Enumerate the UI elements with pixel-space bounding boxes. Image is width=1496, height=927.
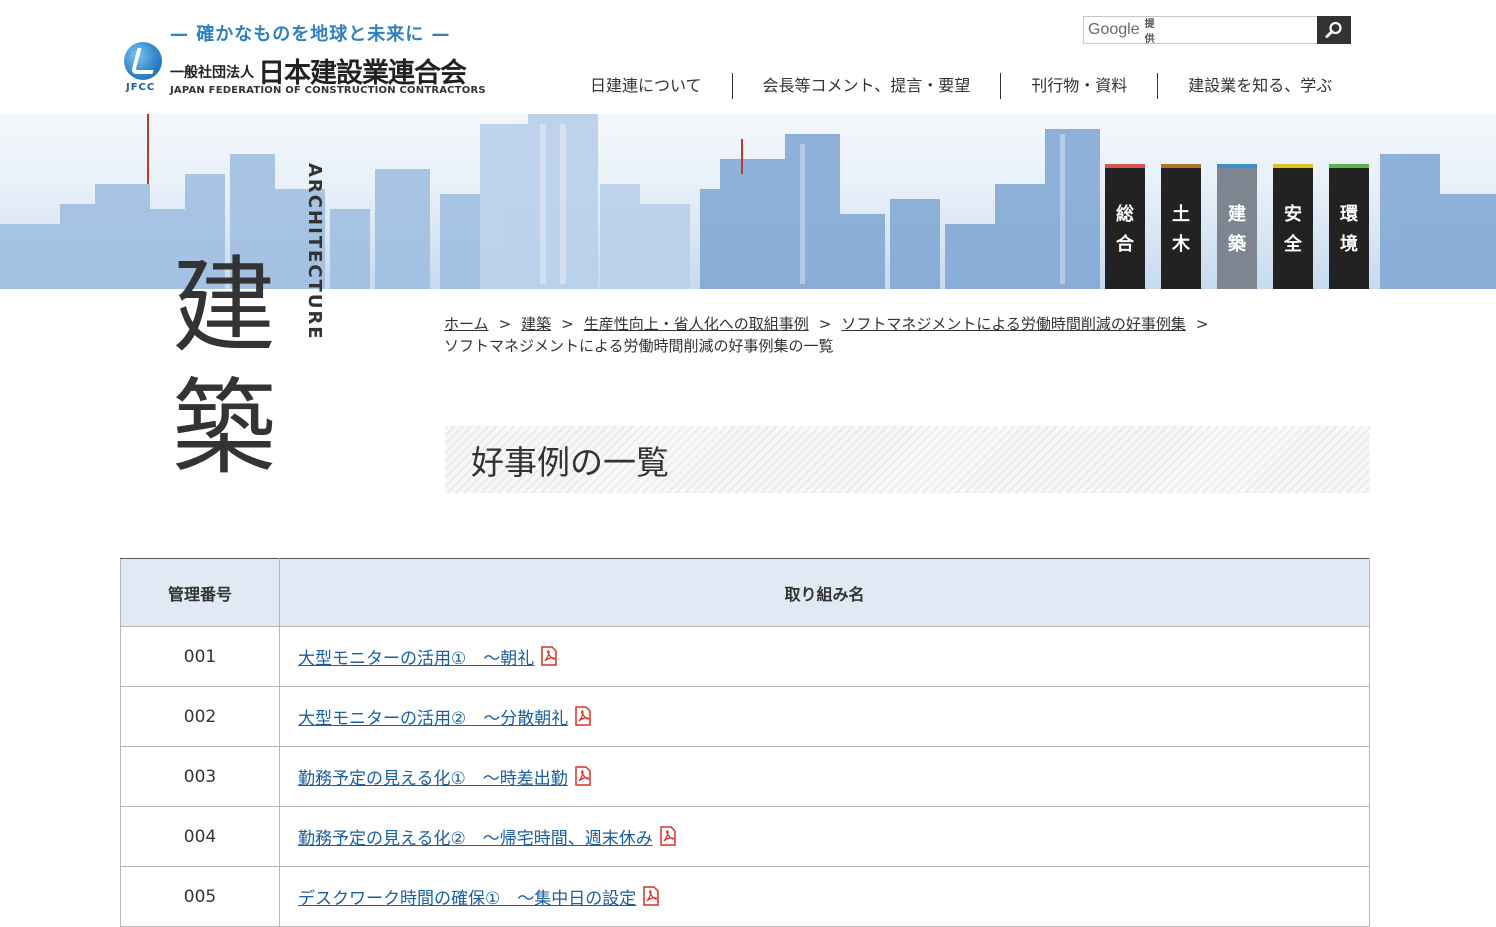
- breadcrumb: ホーム > 建築 > 生産性向上・省人化への取組事例 > ソフトマネジメントによる労働時間削…: [444, 313, 1364, 357]
- category-color-bar: [1105, 164, 1145, 168]
- logo-mark-icon: [124, 42, 162, 80]
- case-table: 管理番号 取り組み名 001 大型モニターの活用① ～朝礼 002 大型モニター…: [120, 558, 1370, 927]
- google-brand: Google: [1088, 21, 1140, 38]
- side-title-kanji-2: 築: [172, 367, 277, 489]
- breadcrumb-home[interactable]: ホーム: [444, 315, 489, 333]
- site-search: Google 提供: [1083, 16, 1351, 45]
- case-number: 005: [120, 866, 280, 927]
- case-link[interactable]: デスクワーク時間の確保① ～集中日の設定: [298, 889, 636, 909]
- category-color-bar: [1329, 164, 1369, 168]
- section-side-title: 建 築 ARCHITECTURE: [172, 163, 325, 489]
- breadcrumb-separator: >: [498, 315, 512, 333]
- table-row: 004 勤務予定の見える化② ～帰宅時間、週末休み: [120, 806, 1370, 867]
- pdf-icon[interactable]: [574, 706, 592, 726]
- case-number: 004: [120, 806, 280, 867]
- logo-mark-text: JFCC: [126, 82, 156, 93]
- tagline: — 確かなものを地球と未来に —: [170, 24, 451, 45]
- search-icon: [1325, 21, 1342, 38]
- category-color-bar: [1161, 164, 1201, 168]
- google-provided-label: 提供: [1144, 19, 1155, 45]
- category-label: 総合: [1116, 204, 1134, 255]
- category-label: 安全: [1284, 204, 1302, 255]
- case-name-cell: 大型モニターの活用① ～朝礼: [279, 626, 1370, 687]
- pdf-icon[interactable]: [574, 766, 592, 786]
- category-tab-safety[interactable]: 安全: [1273, 164, 1313, 289]
- pdf-icon[interactable]: [642, 886, 660, 906]
- case-name-cell: 大型モニターの活用② ～分散朝礼: [279, 686, 1370, 747]
- search-button[interactable]: [1317, 16, 1351, 44]
- site-header: — 確かなものを地球と未来に — JFCC 一般社団法人 日本建設業連合会 JA…: [0, 0, 1496, 114]
- nav-about[interactable]: 日建連について: [560, 73, 732, 99]
- org-name-en: JAPAN FEDERATION OF CONSTRUCTION CONTRAC…: [170, 85, 486, 96]
- case-name-cell: デスクワーク時間の確保① ～集中日の設定: [279, 866, 1370, 927]
- case-number: 002: [120, 686, 280, 747]
- case-number: 003: [120, 746, 280, 807]
- pdf-icon[interactable]: [659, 826, 677, 846]
- breadcrumb-soft-management[interactable]: ソフトマネジメントによる労働時間削減の好事例集: [841, 315, 1186, 333]
- case-link[interactable]: 大型モニターの活用② ～分散朝礼: [298, 709, 568, 729]
- breadcrumb-separator: >: [818, 315, 832, 333]
- side-title-english: ARCHITECTURE: [304, 163, 325, 341]
- category-tab-civil[interactable]: 土木: [1161, 164, 1201, 289]
- case-name-cell: 勤務予定の見える化① ～時差出勤: [279, 746, 1370, 807]
- breadcrumb-productivity[interactable]: 生産性向上・省人化への取組事例: [584, 315, 809, 333]
- category-color-bar: [1217, 164, 1257, 168]
- column-header-name: 取り組み名: [279, 558, 1370, 627]
- breadcrumb-current: ソフトマネジメントによる労働時間削減の好事例集の一覧: [444, 337, 834, 355]
- org-type: 一般社団法人: [170, 65, 254, 81]
- category-tab-environment[interactable]: 環境: [1329, 164, 1369, 289]
- case-link[interactable]: 勤務予定の見える化① ～時差出勤: [298, 769, 568, 789]
- table-row: 002 大型モニターの活用② ～分散朝礼: [120, 686, 1370, 747]
- global-nav: 日建連について 会長等コメント、提言・要望 刊行物・資料 建設業を知る、学ぶ: [560, 72, 1362, 100]
- pdf-icon[interactable]: [540, 646, 558, 666]
- search-input[interactable]: [1162, 18, 1317, 42]
- category-tab-architecture[interactable]: 建築: [1217, 164, 1257, 289]
- breadcrumb-architecture[interactable]: 建築: [521, 315, 551, 333]
- case-table-wrap: 管理番号 取り組み名 001 大型モニターの活用① ～朝礼 002 大型モニター…: [120, 558, 1370, 927]
- category-label: 土木: [1172, 204, 1190, 255]
- table-header-row: 管理番号 取り組み名: [120, 558, 1370, 627]
- side-title-kanji-1: 建: [172, 245, 277, 367]
- table-row: 001 大型モニターの活用① ～朝礼: [120, 626, 1370, 687]
- column-header-number: 管理番号: [120, 558, 280, 627]
- site-logo[interactable]: — 確かなものを地球と未来に — JFCC 一般社団法人 日本建設業連合会 JA…: [122, 18, 486, 100]
- page-title: 好事例の一覧: [471, 443, 669, 482]
- nav-comments[interactable]: 会長等コメント、提言・要望: [731, 73, 1001, 99]
- page-heading-box: 好事例の一覧: [445, 426, 1370, 493]
- category-tab-general[interactable]: 総合: [1105, 164, 1145, 289]
- breadcrumb-separator: >: [561, 315, 574, 333]
- nav-learn[interactable]: 建設業を知る、学ぶ: [1157, 73, 1362, 99]
- search-box: Google 提供: [1083, 16, 1317, 45]
- case-number: 001: [120, 626, 280, 687]
- category-label: 環境: [1340, 204, 1358, 255]
- category-label: 建築: [1228, 204, 1246, 255]
- nav-publications[interactable]: 刊行物・資料: [1000, 73, 1157, 99]
- case-link[interactable]: 大型モニターの活用① ～朝礼: [298, 649, 534, 669]
- table-row: 005 デスクワーク時間の確保① ～集中日の設定: [120, 866, 1370, 927]
- case-name-cell: 勤務予定の見える化② ～帰宅時間、週末休み: [279, 806, 1370, 867]
- case-link[interactable]: 勤務予定の見える化② ～帰宅時間、週末休み: [298, 829, 653, 849]
- breadcrumb-separator: >: [1195, 315, 1209, 333]
- table-row: 003 勤務予定の見える化① ～時差出勤: [120, 746, 1370, 807]
- category-tabs: 総合 土木 建築 安全 環境: [1105, 164, 1385, 289]
- category-color-bar: [1273, 164, 1313, 168]
